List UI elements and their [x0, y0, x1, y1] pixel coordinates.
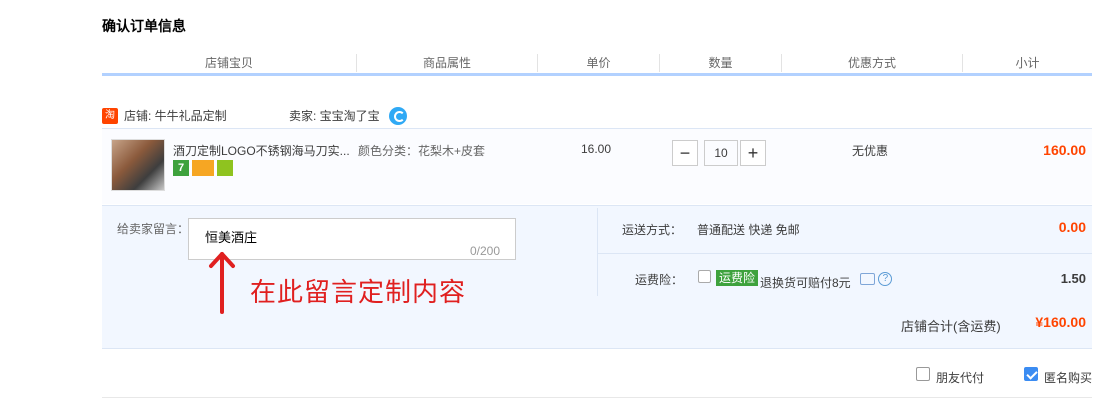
shop-name[interactable]: 店铺: 牛牛礼品定制 — [124, 107, 227, 125]
chat-bubble-icon[interactable] — [860, 272, 875, 285]
shipping-method-label: 运送方式： — [622, 223, 683, 237]
product-thumbnail[interactable] — [111, 139, 165, 191]
seller-message-text: 恒美酒庄 — [205, 231, 258, 246]
quantity-input[interactable]: 10 — [704, 140, 738, 166]
product-attributes: 颜色分类：花梨木+皮套 — [358, 144, 486, 158]
shipping-cost: 0.00 — [1058, 219, 1086, 235]
message-char-counter: 0/200 — [470, 244, 501, 258]
column-header-subtotal: 小计 — [1015, 56, 1040, 70]
item-row — [102, 128, 1092, 204]
annotation-text: 在此留言定制内容 — [250, 278, 467, 308]
shipping-insurance-description: 退换货可赔付8元 — [760, 276, 851, 290]
seven-day-return-icon[interactable]: 7 — [173, 160, 189, 176]
bottom-divider — [102, 397, 1092, 398]
taobao-shop-icon: 淘 — [102, 108, 118, 124]
unit-price: 16.00 — [581, 142, 612, 156]
panel-divider-vertical — [597, 208, 598, 296]
friend-pay-checkbox[interactable] — [916, 367, 930, 381]
header-divider — [102, 73, 1092, 76]
shipping-insurance-tag: 运费险 — [716, 270, 759, 286]
column-header-attributes: 商品属性 — [422, 56, 471, 70]
shipping-insurance-cost: 1.50 — [1060, 271, 1086, 286]
product-name-link[interactable]: 酒刀定制LOGO不锈钢海马刀实... — [173, 142, 353, 159]
shop-total-label: 店铺合计(含运费) — [901, 319, 1001, 334]
seller-name[interactable]: 卖家: 宝宝淘了宝 — [289, 107, 380, 125]
anonymous-purchase-checkbox[interactable] — [1024, 367, 1038, 381]
message-label: 给卖家留言： — [117, 222, 190, 236]
guarantee-icon[interactable] — [217, 160, 233, 176]
service-badges: 7 — [173, 160, 236, 176]
column-header-discount: 优惠方式 — [847, 56, 896, 70]
table-header: 店铺宝贝 商品属性 单价 数量 优惠方式 小计 — [102, 52, 1092, 74]
insurance-help-icons: ? — [860, 271, 893, 286]
anonymous-purchase-label[interactable]: 匿名购买 — [1044, 369, 1092, 386]
panel-divider-horizontal — [597, 253, 1092, 254]
shipping-insurance-checkbox[interactable] — [698, 270, 711, 283]
shipping-insurance-label: 运费险： — [635, 273, 684, 287]
shop-total-value: ¥160.00 — [1035, 314, 1086, 330]
friend-pay-label[interactable]: 朋友代付 — [936, 369, 984, 386]
section-title: 确认订单信息 — [102, 18, 186, 34]
column-header-quantity: 数量 — [708, 56, 733, 70]
help-question-icon[interactable]: ? — [878, 271, 893, 286]
credit-card-icon[interactable] — [192, 160, 214, 176]
quantity-decrease-button[interactable]: − — [672, 140, 698, 166]
column-header-unit-price: 单价 — [586, 56, 611, 70]
section-divider — [102, 348, 1092, 349]
wangwang-chat-icon[interactable] — [389, 107, 407, 125]
shipping-method-value[interactable]: 普通配送 快递 免邮 — [697, 221, 800, 238]
discount-value: 无优惠 — [852, 144, 889, 158]
quantity-increase-button[interactable]: + — [740, 140, 766, 166]
item-subtotal: 160.00 — [1043, 142, 1086, 158]
column-header-item: 店铺宝贝 — [204, 56, 253, 70]
red-arrow-annotation-icon — [209, 252, 235, 314]
